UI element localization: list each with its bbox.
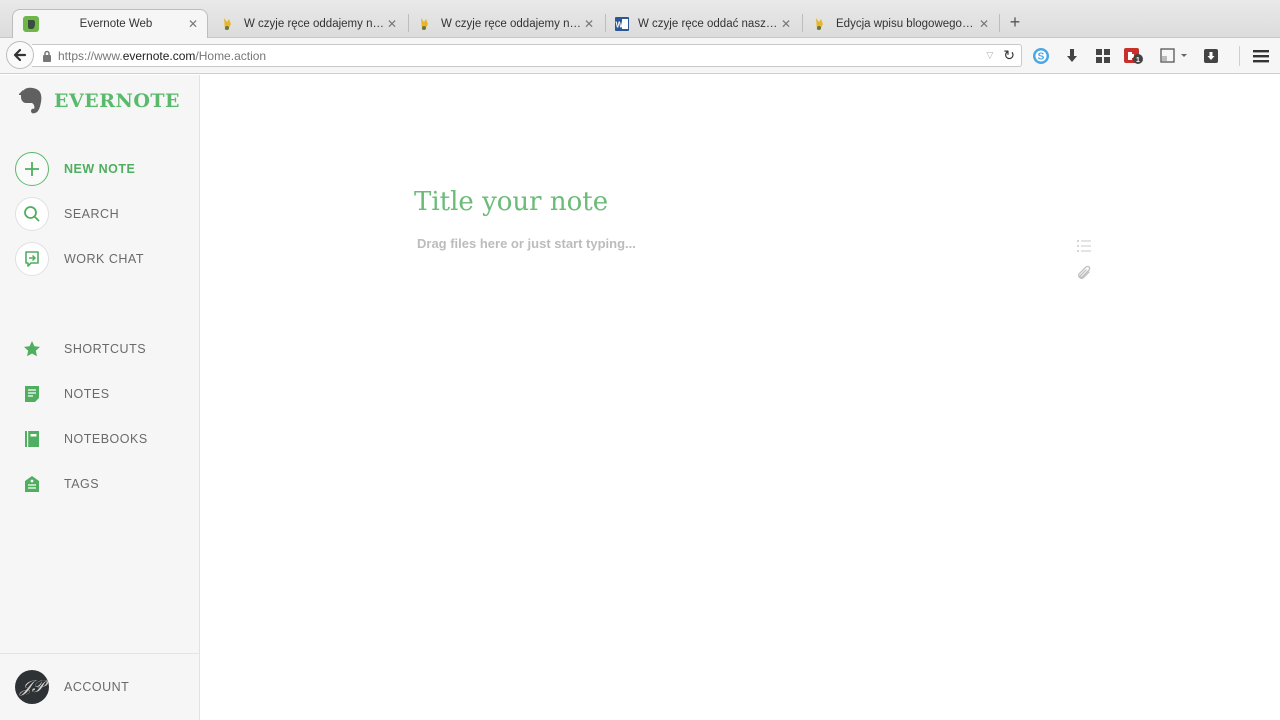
toolbar-icons: S 1 [1030, 45, 1231, 67]
lock-icon [43, 50, 51, 62]
star-icon [24, 341, 40, 357]
sidebar: EVERNOTE NEW NOTE SEARCH WORK CHAT SHORT… [0, 75, 200, 720]
notebook-icon [25, 431, 39, 447]
tab-blog-1[interactable]: W czyje ręce oddajemy nas… ✕ [210, 9, 406, 38]
notes-button[interactable]: NOTES [15, 377, 110, 411]
nav-label: WORK CHAT [64, 252, 144, 266]
tab-close-icon[interactable]: ✕ [778, 17, 794, 31]
evernote-logo[interactable]: EVERNOTE [18, 86, 180, 116]
downloads-button[interactable] [1061, 45, 1083, 67]
tab-title: Evernote Web [79, 18, 153, 30]
tab-title: Edycja wpisu blogowego - … [836, 17, 976, 30]
blog-favicon-icon [421, 17, 428, 30]
nav-label: NOTES [64, 387, 110, 401]
plus-icon [25, 162, 39, 176]
work-chat-circle [15, 242, 49, 276]
nav-label: ACCOUNT [64, 680, 130, 694]
word-favicon-icon: W [615, 16, 629, 31]
reader-view-button[interactable] [1159, 45, 1191, 67]
note-icon [25, 386, 39, 402]
nav-label: SHORTCUTS [64, 342, 147, 356]
pocket-download-icon [1204, 49, 1218, 63]
tab-blog-2[interactable]: W czyje ręce oddajemy nas… ✕ [407, 9, 603, 38]
search-icon [24, 206, 40, 222]
pocket-button[interactable] [1200, 45, 1222, 67]
navigation-bar: https://www.evernote.com/Home.action ▽ ↻… [0, 38, 1280, 74]
tab-bar: Evernote Web ✕ W czyje ręce oddajemy nas… [0, 0, 1280, 38]
tab-blog-edit[interactable]: Edycja wpisu blogowego - … ✕ [802, 9, 998, 38]
history-dropdown-icon[interactable]: ▽ [986, 50, 993, 61]
nav-label: TAGS [64, 477, 100, 491]
note-body-input[interactable] [417, 236, 1057, 251]
skype-button[interactable]: S [1030, 45, 1052, 67]
tab-evernote-web[interactable]: Evernote Web ✕ [12, 9, 208, 38]
url-prefix: https://www. [58, 48, 123, 63]
checklist-icon[interactable] [1075, 237, 1093, 255]
url-text[interactable]: https://www.evernote.com/Home.action [58, 49, 986, 63]
new-note-button[interactable]: NEW NOTE [15, 152, 135, 186]
tags-button[interactable]: TAGS [15, 467, 99, 501]
skype-icon: S [1033, 48, 1049, 64]
grid-icon [1096, 49, 1110, 63]
search-button[interactable]: SEARCH [15, 197, 119, 231]
note-editor [201, 75, 1280, 720]
elephant-logo-icon [19, 87, 42, 114]
svg-text:S: S [1038, 52, 1045, 63]
avatar: 𝒥𝒫 [15, 670, 49, 704]
account-button[interactable]: 𝒥𝒫 ACCOUNT [15, 670, 129, 704]
brand-name: EVERNOTE [54, 90, 181, 112]
new-tab-button[interactable]: + [1005, 12, 1025, 32]
nav-label: SEARCH [64, 207, 120, 221]
sidebar-divider [0, 653, 199, 654]
tab-separator [999, 14, 1000, 32]
tab-title: W czyje ręce oddajemy nas… [441, 17, 581, 30]
shortcuts-button[interactable]: SHORTCUTS [15, 332, 146, 366]
svg-text:1: 1 [1136, 57, 1140, 64]
tab-close-icon[interactable]: ✕ [581, 17, 597, 31]
reader-view-icon [1160, 48, 1187, 63]
url-path: /Home.action [195, 48, 267, 63]
nav-label: NOTEBOOKS [64, 432, 148, 446]
notes-icon-wrap [15, 377, 49, 411]
back-arrow-icon [13, 48, 27, 62]
work-chat-button[interactable]: WORK CHAT [15, 242, 144, 276]
blog-favicon-icon [224, 17, 231, 30]
toolbar-separator [1239, 46, 1240, 66]
url-bar[interactable]: https://www.evernote.com/Home.action ▽ ↻ [32, 44, 1022, 67]
back-button[interactable] [6, 41, 34, 69]
notebooks-icon-wrap [15, 422, 49, 456]
tags-icon-wrap [15, 467, 49, 501]
download-arrow-icon [1067, 49, 1077, 62]
evernote-favicon-icon [23, 16, 39, 32]
tag-icon [25, 476, 39, 492]
svg-text:W: W [616, 20, 624, 29]
tab-close-icon[interactable]: ✕ [384, 17, 400, 31]
chat-icon [25, 251, 39, 267]
tab-title: W czyje ręce oddajemy nas… [244, 17, 384, 30]
tab-close-icon[interactable]: ✕ [976, 17, 992, 31]
search-circle [15, 197, 49, 231]
tab-word-doc[interactable]: W W czyje ręce oddać nasze n… ✕ [604, 9, 800, 38]
blog-favicon-icon [816, 17, 823, 30]
notebooks-button[interactable]: NOTEBOOKS [15, 422, 148, 456]
reload-icon[interactable]: ↻ [1003, 47, 1015, 64]
extension-badge-icon: 1 [1124, 48, 1143, 64]
tab-close-icon[interactable]: ✕ [185, 17, 201, 31]
nav-label: NEW NOTE [64, 162, 136, 176]
note-title-input[interactable] [414, 187, 1054, 217]
extension-button[interactable]: 1 [1123, 45, 1145, 67]
attachment-paperclip-icon[interactable] [1075, 265, 1093, 283]
tab-title: W czyje ręce oddać nasze n… [638, 17, 778, 30]
shortcuts-icon-wrap [15, 332, 49, 366]
url-domain: evernote.com [122, 48, 196, 63]
new-note-circle [15, 152, 49, 186]
hamburger-menu-icon[interactable] [1252, 47, 1270, 65]
grid-button[interactable] [1092, 45, 1114, 67]
